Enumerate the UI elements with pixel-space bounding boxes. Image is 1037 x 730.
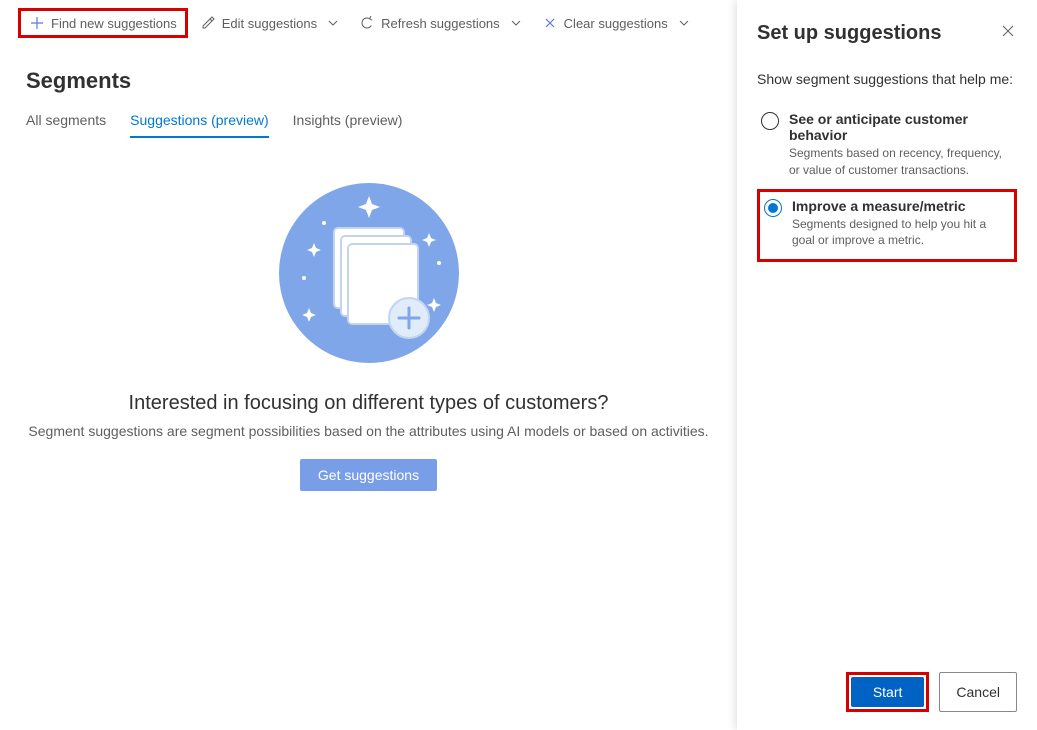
- plus-icon: [29, 15, 45, 31]
- setup-suggestions-panel: Set up suggestions Show segment suggesti…: [737, 0, 1037, 730]
- command-bar: Find new suggestions Edit suggestions Re…: [0, 0, 737, 46]
- clear-suggestions-button[interactable]: Clear suggestions: [536, 11, 698, 35]
- clear-label: Clear suggestions: [564, 16, 668, 31]
- empty-subtitle: Segment suggestions are segment possibil…: [0, 423, 737, 439]
- option-customer-behavior[interactable]: See or anticipate customer behavior Segm…: [757, 105, 1017, 189]
- tab-suggestions[interactable]: Suggestions (preview): [130, 112, 269, 138]
- empty-title: Interested in focusing on different type…: [0, 392, 737, 415]
- chevron-down-icon: [325, 15, 341, 31]
- edit-label: Edit suggestions: [222, 16, 317, 31]
- radio-icon[interactable]: [764, 199, 782, 217]
- option1-desc: Segments based on recency, frequency, or…: [789, 145, 1013, 179]
- panel-title: Set up suggestions: [757, 22, 941, 45]
- get-suggestions-button[interactable]: Get suggestions: [300, 459, 437, 491]
- option2-desc: Segments designed to help you hit a goal…: [792, 216, 1008, 250]
- find-new-suggestions-button[interactable]: Find new suggestions: [18, 8, 188, 38]
- option2-title: Improve a measure/metric: [792, 198, 1008, 214]
- chevron-down-icon: [676, 15, 692, 31]
- tab-all-segments[interactable]: All segments: [26, 112, 106, 138]
- refresh-icon: [359, 15, 375, 31]
- radio-icon[interactable]: [761, 112, 779, 130]
- cancel-button[interactable]: Cancel: [939, 672, 1017, 712]
- tab-bar: All segments Suggestions (preview) Insig…: [26, 112, 711, 138]
- option1-title: See or anticipate customer behavior: [789, 111, 1013, 143]
- edit-icon: [200, 15, 216, 31]
- tab-insights[interactable]: Insights (preview): [293, 112, 403, 138]
- option-improve-metric[interactable]: Improve a measure/metric Segments design…: [757, 189, 1017, 263]
- edit-suggestions-button[interactable]: Edit suggestions: [194, 11, 347, 35]
- suggestions-graphic-icon: [274, 178, 464, 368]
- refresh-label: Refresh suggestions: [381, 16, 500, 31]
- panel-intro: Show segment suggestions that help me:: [757, 71, 1017, 87]
- find-label: Find new suggestions: [51, 16, 177, 31]
- chevron-down-icon: [508, 15, 524, 31]
- refresh-suggestions-button[interactable]: Refresh suggestions: [353, 11, 530, 35]
- start-highlight: Start: [846, 672, 930, 712]
- clear-icon: [542, 15, 558, 31]
- page-title: Segments: [26, 68, 711, 94]
- empty-state: Interested in focusing on different type…: [26, 138, 711, 491]
- close-icon[interactable]: [999, 22, 1017, 43]
- start-button[interactable]: Start: [851, 677, 925, 707]
